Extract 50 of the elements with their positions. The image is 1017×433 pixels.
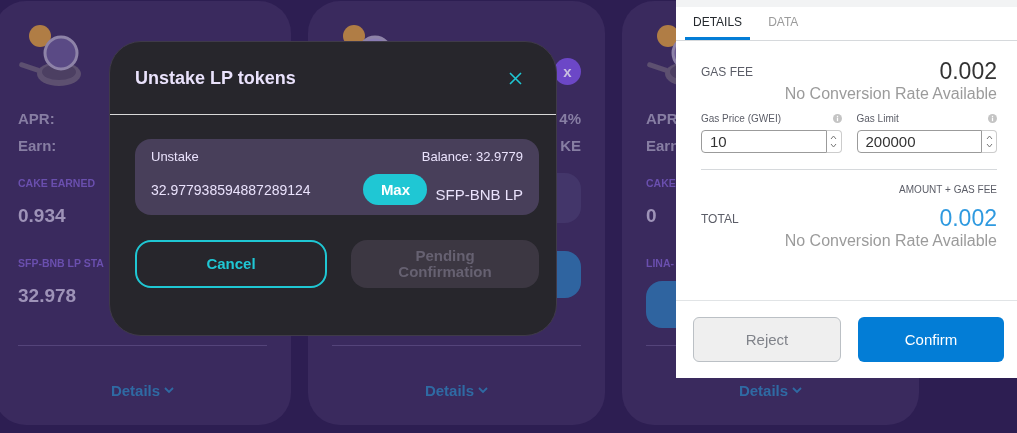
amount-value: 32.978 [18, 285, 77, 307]
stat-value: 4% [559, 110, 581, 127]
balance-text: Balance: 32.9779 [421, 149, 523, 164]
reject-button[interactable]: Reject [693, 317, 841, 362]
input-label: Unstake [151, 149, 199, 164]
info-icon [988, 114, 997, 123]
token-symbol: SFP-BNB LP [435, 186, 523, 203]
amount-input[interactable]: 32.977938594887289124 [151, 181, 311, 198]
gas-fee-label: GAS FEE [701, 64, 753, 79]
number-field[interactable]: 200000 [856, 130, 982, 153]
total-value: 0.002 [939, 205, 997, 232]
total-caption: AMOUNT + GAS FEE [899, 184, 997, 195]
spinner-arrows-icon [985, 134, 993, 149]
farm-logo-icon [18, 25, 82, 87]
stat-value: KE [560, 137, 581, 154]
section-caption: SFP-BNB LP STA [18, 256, 104, 271]
conversion-note: No Conversion Rate Available [784, 85, 997, 103]
details-link[interactable]: Details [738, 382, 803, 399]
details-link[interactable]: Details [424, 382, 489, 399]
spinner-arrows-icon [830, 134, 837, 149]
stat-label: APR [646, 110, 678, 127]
tab[interactable]: DATA [760, 7, 807, 40]
conversion-note: No Conversion Rate Available [784, 232, 997, 250]
details-link[interactable]: Details [110, 382, 175, 399]
section-caption: CAKE EARNED [18, 176, 95, 191]
cancel-button[interactable]: Cancel [135, 240, 327, 288]
stat-label: APR: [18, 110, 55, 127]
chevron-down-icon [792, 387, 803, 394]
confirm-button[interactable]: Confirm [858, 317, 1004, 362]
multiplier-badge: x [554, 58, 581, 85]
field-label: Gas Price (GWEI) [701, 113, 781, 124]
info-icon [832, 114, 842, 123]
field-label: Gas Limit [856, 113, 899, 124]
section-caption: CAKE [646, 176, 676, 191]
chevron-down-icon [164, 387, 175, 394]
tab[interactable]: DETAILS [685, 7, 751, 40]
dialog-title: Unstake LP tokens [135, 67, 296, 89]
total-label: TOTAL [701, 211, 739, 226]
amount-value: 0.934 [18, 205, 66, 227]
section-caption: LINA- [646, 256, 674, 271]
max-button[interactable]: Max [363, 174, 428, 205]
gas-fee-value: 0.002 [939, 58, 997, 85]
amount-value: 0 [646, 205, 657, 227]
number-field[interactable]: 10 [701, 130, 827, 153]
stat-label: Earn: [18, 137, 57, 154]
close-icon [509, 71, 522, 85]
spinner-buttons[interactable] [982, 130, 997, 153]
chevron-down-icon [478, 387, 489, 394]
close-button[interactable] [509, 71, 522, 85]
spinner-buttons[interactable] [826, 130, 842, 153]
